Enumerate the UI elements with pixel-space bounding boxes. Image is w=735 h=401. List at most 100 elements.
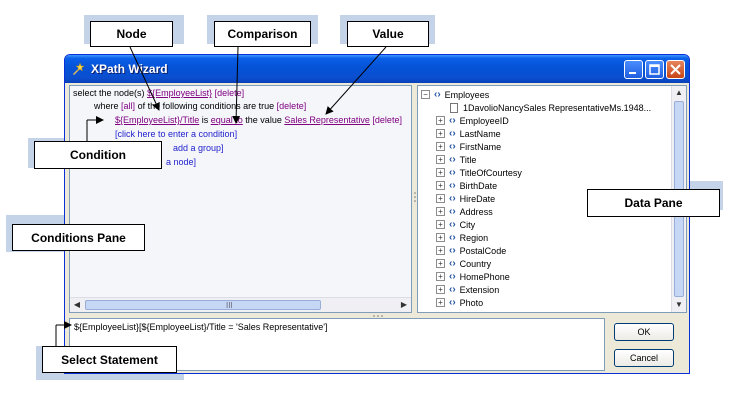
- tree-field-item[interactable]: + ‹› HireDate: [436, 192, 495, 205]
- select-statement-text: ${EmployeeList}[${EmployeeList}/Title = …: [74, 322, 328, 332]
- expand-icon[interactable]: +: [436, 207, 445, 216]
- expand-icon[interactable]: +: [436, 259, 445, 268]
- node-icon: ‹›: [449, 284, 456, 295]
- tree-field-item[interactable]: + ‹› Title: [436, 153, 476, 166]
- tree-field-label: Title: [459, 154, 477, 165]
- expand-icon[interactable]: +: [436, 194, 445, 203]
- node-icon: ‹›: [449, 258, 456, 269]
- callout-node: Node: [90, 21, 173, 47]
- node-icon: ‹›: [449, 297, 456, 308]
- enter-condition-link[interactable]: [click here to enter a condition]: [115, 128, 237, 140]
- scrollbar-grip: III: [226, 301, 233, 310]
- tree-field-item[interactable]: + ‹› Photo: [436, 296, 483, 309]
- text-node-icon: [450, 102, 458, 113]
- condition-line: ${EmployeeList}/Title is equal to the va…: [115, 114, 402, 126]
- tree-field-label: Address: [459, 206, 493, 217]
- cancel-button[interactable]: Cancel: [614, 349, 674, 367]
- tree-field-item[interactable]: + ‹› HomePhone: [436, 270, 510, 283]
- all-link[interactable]: [all]: [121, 101, 135, 111]
- callout-condition: Condition: [34, 141, 162, 169]
- value-link[interactable]: Sales Representative: [284, 115, 370, 125]
- comparison-link[interactable]: equal to: [211, 115, 243, 125]
- expand-icon[interactable]: +: [436, 298, 445, 307]
- expand-icon[interactable]: +: [436, 181, 445, 190]
- expand-icon[interactable]: +: [436, 285, 445, 294]
- conditions-horizontal-scrollbar[interactable]: ◀ III ▶: [70, 297, 411, 312]
- tree-field-label: City: [459, 219, 476, 230]
- tree-field-label: HomePhone: [459, 271, 510, 282]
- tree-field-label: FirstName: [459, 141, 502, 152]
- expand-icon[interactable]: +: [436, 155, 445, 164]
- expand-icon[interactable]: +: [436, 220, 445, 229]
- node-icon: ‹›: [449, 128, 456, 139]
- tree-field-label: PostalCode: [459, 245, 507, 256]
- delete-node-link[interactable]: [delete]: [215, 88, 245, 98]
- scroll-down-icon[interactable]: ▼: [674, 300, 684, 310]
- title-bar[interactable]: XPath Wizard: [65, 55, 689, 83]
- node-icon: ‹›: [449, 115, 456, 126]
- expand-icon[interactable]: +: [436, 129, 445, 138]
- wizard-icon: [73, 62, 85, 75]
- expand-icon[interactable]: +: [436, 142, 445, 151]
- tree-field-item[interactable]: + ‹› Country: [436, 257, 491, 270]
- window-title: XPath Wizard: [91, 62, 168, 76]
- tree-field-label: BirthDate: [459, 180, 498, 191]
- add-node-link[interactable]: a node]: [166, 156, 196, 168]
- tree-field-label: EmployeeID: [459, 115, 509, 126]
- callout-conditions-pane: Conditions Pane: [12, 224, 145, 251]
- condition-node-link[interactable]: ${EmployeeList}/Title: [115, 115, 199, 125]
- tree-root-employees[interactable]: − ‹› Employees: [421, 88, 489, 101]
- where-text: where: [94, 101, 119, 111]
- maximize-icon: [649, 64, 660, 75]
- tree-field-item[interactable]: + ‹› Address: [436, 205, 493, 218]
- node-icon: ‹›: [449, 154, 456, 165]
- minimize-icon: [629, 72, 636, 74]
- close-icon: [670, 64, 681, 75]
- tree-field-label: Country: [459, 258, 492, 269]
- delete-condition-link[interactable]: [delete]: [372, 115, 402, 125]
- tree-root-label: Employees: [444, 89, 490, 100]
- expand-icon[interactable]: +: [436, 233, 445, 242]
- scroll-left-icon[interactable]: ◀: [72, 300, 82, 310]
- expand-icon[interactable]: +: [436, 246, 445, 255]
- add-group-link[interactable]: add a group]: [173, 142, 224, 154]
- expand-icon[interactable]: +: [436, 116, 445, 125]
- node-icon: ‹›: [449, 141, 456, 152]
- expand-icon[interactable]: +: [436, 272, 445, 281]
- conditions-true-text: of the following conditions are true: [137, 101, 275, 111]
- tree-field-label: Region: [459, 232, 489, 243]
- conditions-pane[interactable]: select the node(s) ${EmployeeList} [dele…: [69, 85, 412, 313]
- node-icon: ‹›: [449, 245, 456, 256]
- tree-record-row[interactable]: 1DavolioNancySales RepresentativeMs.1948…: [450, 101, 651, 114]
- node-link[interactable]: ${EmployeeList}: [147, 88, 212, 98]
- tree-field-item[interactable]: + ‹› City: [436, 218, 475, 231]
- scroll-right-icon[interactable]: ▶: [399, 300, 409, 310]
- tree-field-item[interactable]: + ‹› EmployeeID: [436, 114, 509, 127]
- node-icon: ‹›: [434, 89, 441, 100]
- is-text: is: [201, 115, 209, 125]
- callout-comparison: Comparison: [214, 21, 311, 47]
- callout-data-pane: Data Pane: [587, 189, 720, 217]
- tree-field-label: Photo: [459, 297, 484, 308]
- scroll-up-icon[interactable]: ▲: [674, 88, 684, 98]
- delete-group-link[interactable]: [delete]: [277, 101, 307, 111]
- expand-icon[interactable]: +: [436, 168, 445, 177]
- tree-field-item[interactable]: + ‹› Extension: [436, 283, 499, 296]
- the-value-text: the value: [245, 115, 282, 125]
- tree-field-label: Extension: [459, 284, 500, 295]
- close-button[interactable]: [666, 60, 685, 79]
- minimize-button[interactable]: [624, 60, 643, 79]
- tree-field-item[interactable]: + ‹› BirthDate: [436, 179, 497, 192]
- scrollbar-thumb[interactable]: III: [85, 300, 321, 310]
- maximize-button[interactable]: [645, 60, 664, 79]
- tree-field-item[interactable]: + ‹› Region: [436, 231, 488, 244]
- tree-field-item[interactable]: + ‹› PostalCode: [436, 244, 506, 257]
- node-icon: ‹›: [449, 271, 456, 282]
- tree-field-item[interactable]: + ‹› FirstName: [436, 140, 501, 153]
- select-node-line: select the node(s) ${EmployeeList} [dele…: [73, 87, 244, 99]
- node-icon: ‹›: [449, 193, 456, 204]
- collapse-icon[interactable]: −: [421, 90, 430, 99]
- tree-field-item[interactable]: + ‹› TitleOfCourtesy: [436, 166, 522, 179]
- ok-button[interactable]: OK: [614, 323, 674, 341]
- tree-field-item[interactable]: + ‹› LastName: [436, 127, 501, 140]
